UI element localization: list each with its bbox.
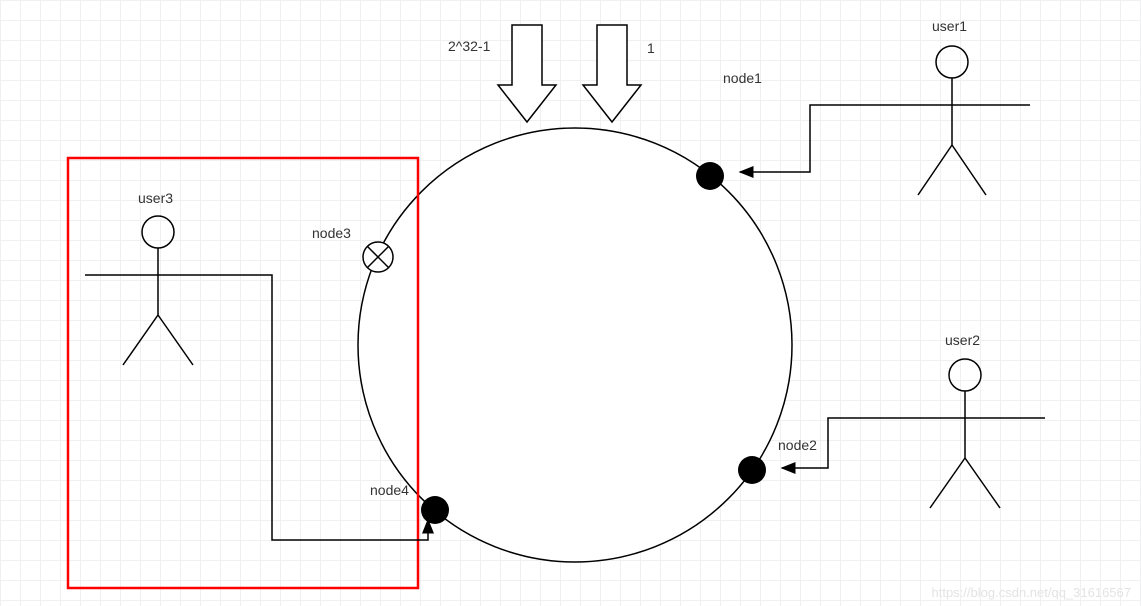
node4-label: node4 [370,482,409,498]
user1-to-node1-arrow [740,105,880,172]
node3-removed-icon [363,242,393,272]
node3-label: node3 [312,225,351,241]
user1-label: user1 [932,18,967,34]
user2-figure [890,359,1045,508]
user3-to-node4-arrow [238,275,428,540]
user3-label: user3 [138,190,173,206]
arrow-max-hash [498,25,556,122]
max-hash-label: 2^32-1 [448,38,490,54]
watermark: https://blog.csdn.net/qq_31616567 [932,585,1132,600]
node2-dot [738,456,766,484]
diagram-canvas: 2^32-1 1 node1 node2 node3 node4 user1 u… [0,0,1141,606]
user3-figure [85,216,238,365]
diagram-svg [0,0,1141,606]
min-hash-label: 1 [647,40,655,56]
node1-label: node1 [723,70,762,86]
hash-ring [358,128,792,562]
node2-label: node2 [778,437,817,453]
node1-dot [696,162,724,190]
user2-label: user2 [945,332,980,348]
node4-dot [421,496,449,524]
highlight-box [68,158,418,588]
arrow-min-hash [583,25,641,122]
user1-figure [880,46,1030,195]
